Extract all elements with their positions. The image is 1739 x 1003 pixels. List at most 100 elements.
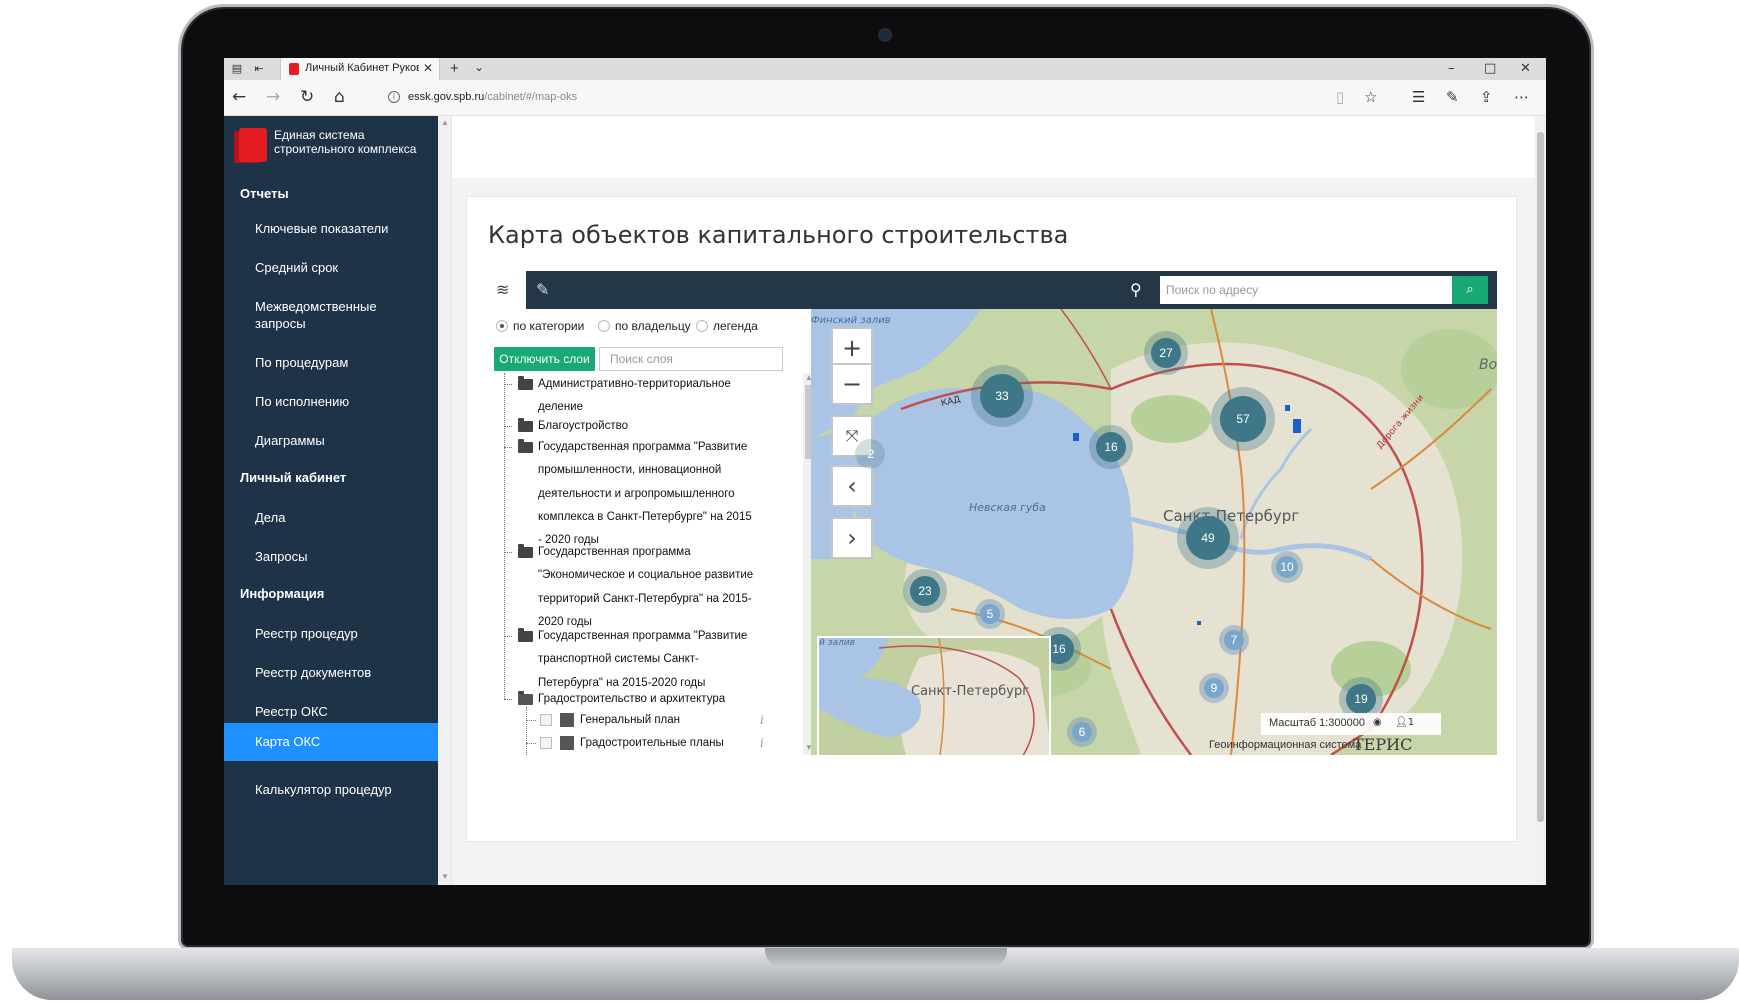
tab-list-chevron-icon[interactable]: ⌄ — [474, 60, 484, 74]
cluster-marker[interactable]: 2 — [855, 439, 885, 469]
set-aside-tabs-icon[interactable]: ⇤ — [252, 62, 266, 76]
logo-icon — [239, 128, 267, 162]
layer-checkbox[interactable] — [540, 737, 552, 749]
layer-checkbox[interactable] — [540, 714, 552, 726]
sidebar-item-procedure-calculator[interactable]: Калькулятор процедур — [224, 781, 438, 798]
more-icon[interactable]: ⋯ — [1514, 89, 1529, 105]
info-icon[interactable]: i — [760, 713, 764, 727]
tree-node[interactable]: Административно-территориальное деление — [538, 373, 731, 420]
disable-layers-button[interactable]: Отключить слои — [494, 347, 595, 371]
forward-icon[interactable]: → — [266, 89, 280, 106]
cluster-marker[interactable]: 57 — [1211, 387, 1275, 451]
sidebar-item-procedure-registry[interactable]: Реестр процедур — [224, 625, 438, 642]
object-marker — [1285, 405, 1290, 411]
folder-open-icon — [518, 691, 533, 705]
tree-node-text: Административно-территориальное — [538, 378, 731, 390]
url-path: /cabinet/#/map-oks — [484, 91, 578, 103]
map-view[interactable]: Финский залив Невская губа Санкт-Петербу… — [811, 309, 1497, 755]
location-pin-icon[interactable]: ⚲ — [1130, 280, 1142, 299]
sidebar-item-cases[interactable]: Дела — [224, 509, 438, 526]
cluster-marker[interactable]: 10 — [1271, 551, 1303, 583]
tree-node[interactable]: Государственная программа "Развитие транс… — [538, 625, 747, 695]
scroll-thumb[interactable] — [1537, 132, 1544, 822]
tree-node-text: Благоустройство — [538, 420, 628, 432]
scroll-up-icon[interactable]: ▲ — [441, 118, 449, 127]
search-icon: ⌕ — [1466, 282, 1474, 297]
tab-bar: ▤ ⇤ Личный Кабинет Руков ✕ + ⌄ – □ ✕ — [224, 58, 1546, 80]
page-scrollbar[interactable] — [1535, 116, 1546, 885]
radio-by-owner[interactable]: по владельцу — [598, 319, 691, 333]
minimize-icon[interactable]: – — [1448, 61, 1455, 76]
cluster-marker[interactable]: 16 — [1089, 425, 1133, 469]
scroll-down-icon[interactable]: ▼ — [441, 872, 449, 881]
favorite-star-icon[interactable]: ☆ — [1364, 89, 1377, 105]
reading-view-icon[interactable]: ▯ — [1336, 89, 1344, 105]
user-icon: 👤︎1 — [1395, 717, 1415, 728]
radio-label: по категории — [513, 319, 585, 333]
tree-node[interactable]: Градостроительные планы — [580, 732, 724, 755]
info-icon[interactable]: i — [760, 736, 764, 750]
tree-node[interactable]: Генеральный план — [580, 709, 680, 732]
maximize-icon[interactable]: □ — [1484, 61, 1496, 76]
sidebar-item-by-execution[interactable]: По исполнению — [224, 393, 438, 410]
tab-preview-icon[interactable]: ▤ — [230, 62, 244, 76]
cluster-marker[interactable]: 6 — [1067, 717, 1097, 747]
home-icon[interactable]: ⌂ — [334, 89, 345, 106]
cluster-count: 16 — [1096, 432, 1126, 462]
previous-extent-button[interactable]: ‹ — [831, 465, 873, 507]
cluster-marker[interactable]: 23 — [903, 569, 947, 613]
browser-tab[interactable]: Личный Кабинет Руков ✕ — [280, 58, 440, 80]
tab-close-icon[interactable]: ✕ — [423, 61, 433, 75]
tree-node[interactable]: Государственная программа "Развитие промы… — [538, 436, 752, 552]
pencil-icon[interactable]: ✎ — [536, 280, 549, 299]
site-info-icon[interactable]: i — [388, 91, 400, 103]
sidebar-item-interagency-requests[interactable]: Межведомственные запросы — [224, 298, 438, 332]
radio-by-category[interactable]: по категории — [496, 319, 584, 333]
layers-icon[interactable]: ≋ — [496, 280, 509, 299]
cluster-marker[interactable]: 5 — [975, 599, 1005, 629]
tab-title: Личный Кабинет Руков — [305, 62, 419, 74]
sidebar-item-key-indicators[interactable]: Ключевые показатели — [224, 220, 438, 237]
park-area — [1131, 395, 1211, 443]
cluster-count: 2 — [867, 447, 875, 461]
next-extent-button[interactable]: › — [831, 517, 873, 559]
share-icon[interactable]: ⇪ — [1480, 89, 1493, 105]
sidebar-scrollbar[interactable]: ▲ ▼ — [438, 116, 452, 885]
radio-legend[interactable]: легенда — [696, 319, 758, 333]
layer-search-input[interactable] — [599, 347, 783, 371]
zoom-out-button[interactable]: − — [831, 363, 873, 405]
tree-node-text: промышленности, инновационной — [538, 464, 722, 477]
sidebar-item-oks-registry[interactable]: Реестр ОКС — [224, 703, 438, 720]
tree-line — [526, 707, 527, 755]
cluster-count: 10 — [1276, 556, 1298, 578]
notes-pen-icon[interactable]: ✎ — [1446, 89, 1459, 105]
scale-indicator: Масштаб 1:300000 ◉ 👤︎1 — [1261, 713, 1441, 735]
cluster-count: 49 — [1186, 516, 1230, 560]
refresh-icon[interactable]: ↻ — [300, 89, 314, 106]
cluster-marker[interactable]: 27 — [1144, 331, 1188, 375]
cluster-marker[interactable]: 33 — [971, 365, 1033, 427]
tree-node[interactable]: Государственная программа "Экономическое … — [538, 541, 753, 634]
tree-branch — [504, 384, 512, 385]
sidebar-item-requests[interactable]: Запросы — [224, 548, 438, 565]
url-field[interactable]: i essk.gov.spb.ru/cabinet/#/map-oks — [384, 86, 1364, 110]
address-search-button[interactable]: ⌕ — [1452, 276, 1488, 304]
sidebar-item-diagrams[interactable]: Диаграммы — [224, 432, 438, 449]
favorites-list-icon[interactable]: ☰ — [1412, 89, 1425, 105]
sidebar-item-average-term[interactable]: Средний срок — [224, 259, 438, 276]
overview-minimap[interactable]: й залив Санкт-Петербург — [817, 636, 1051, 755]
radio-dot — [496, 320, 508, 332]
sidebar-item-document-registry[interactable]: Реестр документов — [224, 664, 438, 681]
sidebar-item-by-procedures[interactable]: По процедурам — [224, 354, 438, 371]
tree-node[interactable]: Градостроительство и архитектура — [538, 688, 725, 711]
back-icon[interactable]: ← — [232, 89, 246, 106]
window-close-icon[interactable]: ✕ — [1520, 61, 1531, 76]
cluster-marker[interactable]: 49 — [1177, 507, 1239, 569]
tree-node[interactable]: Благоустройство — [538, 415, 628, 438]
cluster-marker[interactable]: 9 — [1199, 673, 1229, 703]
cluster-marker[interactable]: 7 — [1219, 625, 1249, 655]
eye-icon[interactable]: ◉ — [1373, 717, 1382, 728]
new-tab-icon[interactable]: + — [450, 60, 459, 77]
address-search-input[interactable] — [1160, 276, 1452, 304]
sidebar-item-oks-map[interactable]: Карта ОКС — [224, 723, 438, 761]
